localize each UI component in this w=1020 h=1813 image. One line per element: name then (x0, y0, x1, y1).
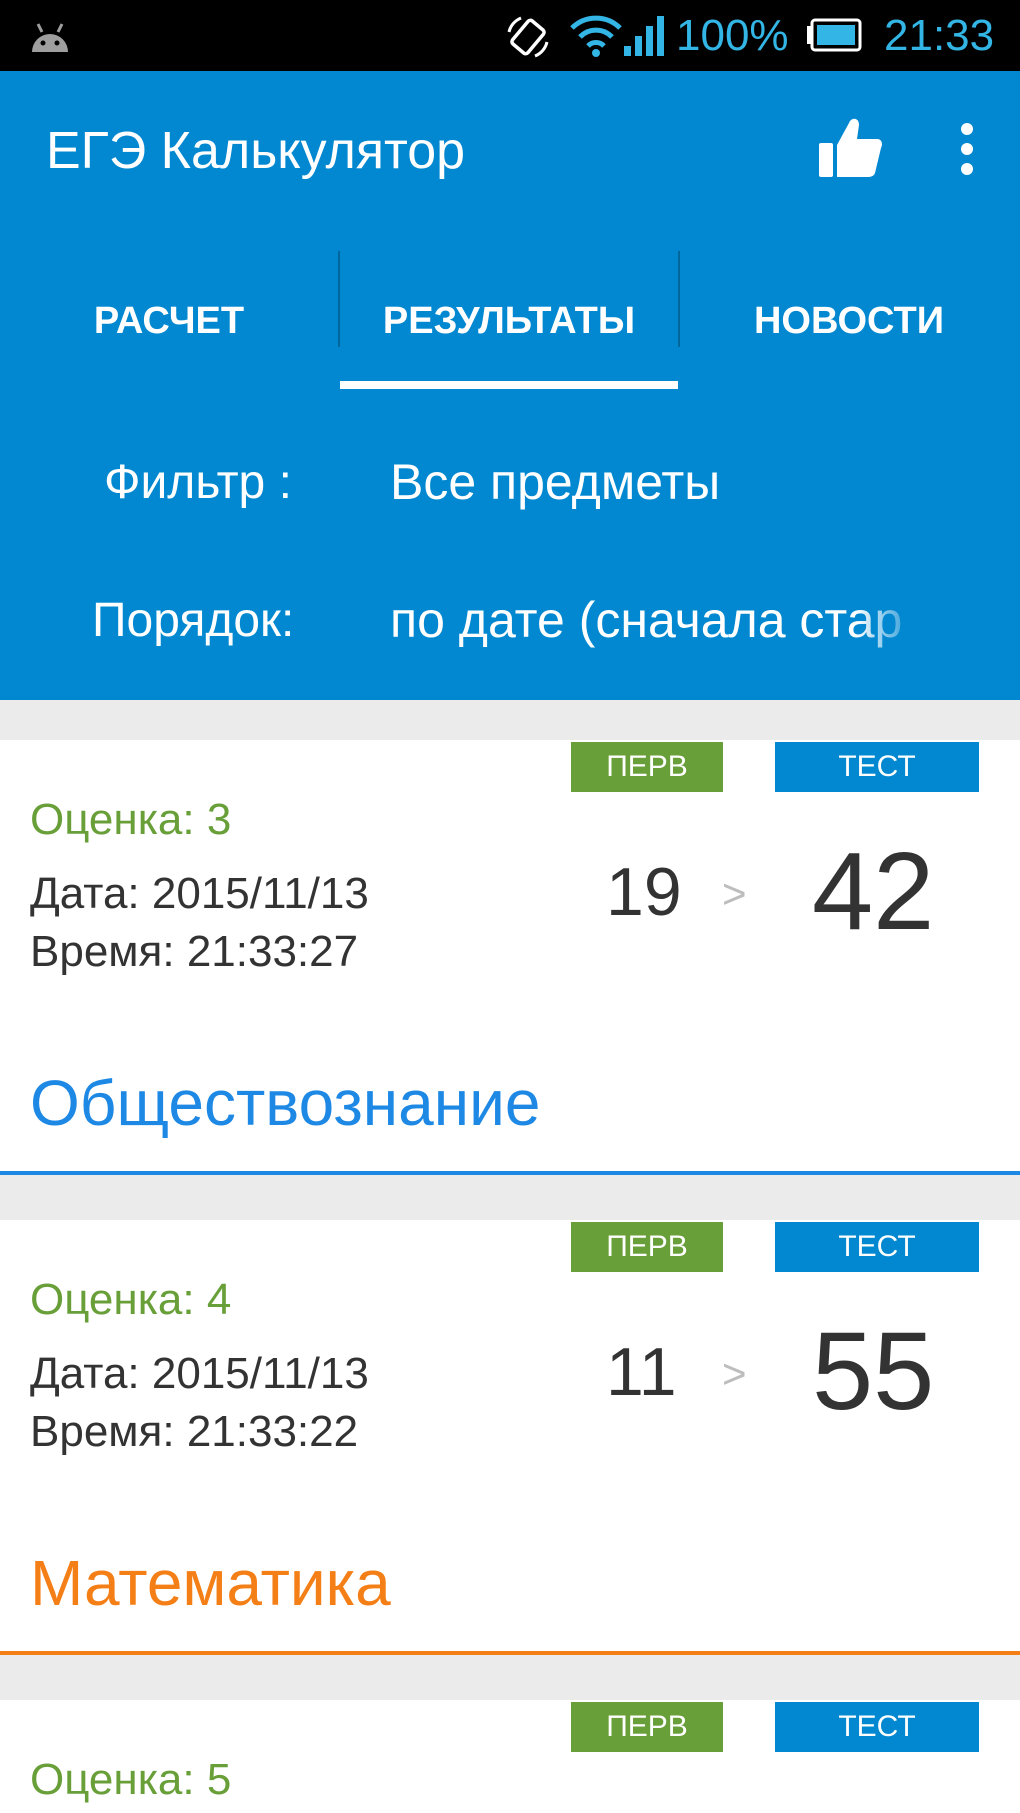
test-score: 55 (812, 1310, 935, 1433)
arrow-icon: > (722, 870, 747, 917)
battery-percent: 100% (676, 11, 789, 60)
grade-text: Оценка: 4 (30, 1275, 232, 1324)
status-time: 21:33 (884, 11, 995, 60)
result-card[interactable]: ПЕРВ ТЕСТ Оценка: 4 Дата: 2015/11/13 Вре… (0, 1220, 1020, 1655)
filter-dropdown[interactable]: Все предметы (390, 454, 910, 510)
subject-divider (0, 1651, 1020, 1655)
primary-score-badge: ПЕРВ (571, 1222, 723, 1272)
app-header: ЕГЭ Калькулятор РАСЧЕТ РЕЗУЛЬТАТЫ НОВОСТ… (0, 71, 1020, 700)
grade-text: Оценка: 5 (30, 1755, 232, 1804)
android-icon (32, 23, 68, 52)
subject-title: Математика (30, 1547, 391, 1619)
cell-signal-icon (624, 16, 664, 56)
test-score-badge: ТЕСТ (775, 1702, 979, 1752)
result-card[interactable]: ПЕРВ ТЕСТ Оценка: 3 Дата: 2015/11/13 Вре… (0, 740, 1020, 1175)
selected-tab-indicator (340, 381, 678, 389)
time-text: Время: 21:33:27 (30, 927, 359, 976)
filter-label: Фильтр : (104, 456, 292, 509)
tab-calculation[interactable]: РАСЧЕТ (0, 251, 338, 391)
test-score-badge: ТЕСТ (775, 1222, 979, 1272)
test-score-badge: ТЕСТ (775, 742, 979, 792)
primary-score: 11 (606, 1334, 677, 1410)
tab-news[interactable]: НОВОСТИ (680, 251, 1018, 391)
primary-score: 19 (606, 854, 682, 930)
tab-results[interactable]: РЕЗУЛЬТАТЫ (340, 251, 678, 391)
wifi-icon (570, 15, 622, 57)
date-text: Дата: 2015/11/13 (30, 1349, 369, 1398)
date-text: Дата: 2015/11/13 (30, 869, 369, 918)
test-score: 42 (812, 830, 935, 953)
subject-title: Обществознание (30, 1067, 541, 1139)
result-card[interactable]: ПЕРВ ТЕСТ Оценка: 5 (0, 1700, 1020, 1813)
thumbs-up-icon[interactable] (815, 113, 885, 183)
time-text: Время: 21:33:22 (30, 1407, 359, 1456)
primary-score-badge: ПЕРВ (571, 1702, 723, 1752)
primary-score-badge: ПЕРВ (571, 742, 723, 792)
grade-text: Оценка: 3 (30, 795, 232, 844)
overflow-menu-icon[interactable] (955, 121, 979, 177)
order-label: Порядок: (92, 594, 295, 647)
auto-rotate-icon (507, 16, 549, 58)
order-dropdown[interactable]: по дате (сначала стар (390, 592, 920, 648)
subject-divider (0, 1171, 1020, 1175)
status-bar: 100% 21:33 (0, 0, 1020, 71)
battery-icon (807, 18, 862, 52)
arrow-icon: > (722, 1350, 747, 1397)
app-title: ЕГЭ Калькулятор (46, 122, 466, 180)
